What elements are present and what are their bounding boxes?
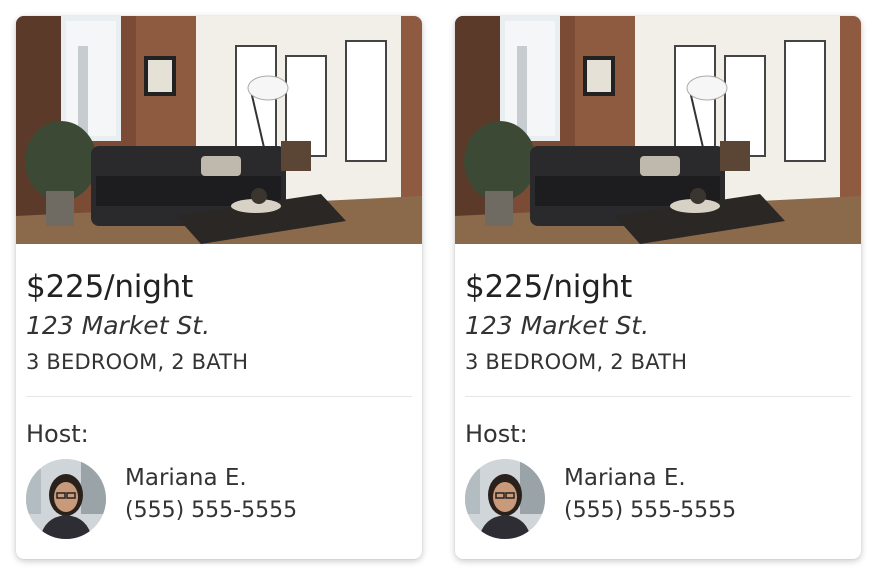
listing-price: $225/night [26,269,194,305]
host-avatar[interactable] [465,459,545,539]
listing-rooms: 3 BEDROOM, 2 BATH [26,350,249,374]
host-label: Host: [26,420,89,448]
host-info: Mariana E. (555) 555-5555 [465,459,851,539]
listing-card[interactable]: $225/night 123 Market St. 3 BEDROOM, 2 B… [455,16,861,559]
host-phone[interactable]: (555) 555-5555 [125,496,297,526]
host-name: Mariana E. [564,465,686,491]
listing-address: 123 Market St. [465,311,650,340]
host-avatar[interactable] [26,459,106,539]
divider [26,396,412,397]
listing-card[interactable]: $225/night 123 Market St. 3 BEDROOM, 2 B… [16,16,422,559]
host-label: Host: [465,420,528,448]
listing-address: 123 Market St. [26,311,211,340]
listing-photo[interactable] [455,16,861,244]
host-name: Mariana E. [125,465,247,491]
listing-rooms: 3 BEDROOM, 2 BATH [465,350,688,374]
listing-photo[interactable] [16,16,422,244]
divider [465,396,851,397]
host-phone[interactable]: (555) 555-5555 [564,496,736,526]
listing-price: $225/night [465,269,633,305]
host-info: Mariana E. (555) 555-5555 [26,459,412,539]
